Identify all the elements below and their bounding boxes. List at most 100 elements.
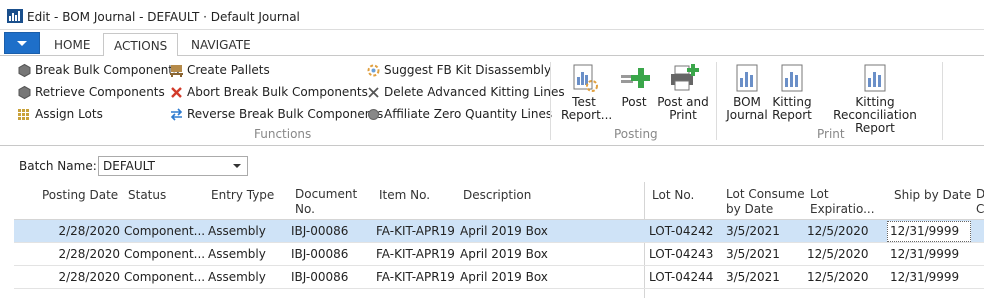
header-description[interactable]: Description (463, 188, 531, 203)
retrieve-components-button[interactable]: Retrieve Components (17, 83, 165, 101)
app-icon (7, 9, 23, 23)
cell-ship-by-date[interactable]: 12/31/9999 (890, 270, 959, 284)
cell-lot-expiration[interactable]: 12/5/2020 (807, 270, 869, 284)
bom-journal-line2: Journal (726, 108, 768, 122)
cell-description[interactable]: April 2019 Box (460, 224, 548, 238)
header-entry-type[interactable]: Entry Type (211, 188, 274, 203)
tab-home[interactable]: HOME (44, 35, 100, 56)
header-document-no[interactable]: Document No. (295, 187, 357, 217)
cell-posting-date[interactable]: 2/28/2020 (24, 247, 120, 261)
cell-status[interactable]: Component... (124, 224, 210, 238)
grid-dots-icon (17, 107, 32, 122)
cell-entry-type[interactable]: Assembly (208, 270, 266, 284)
post-and-print-button[interactable]: Post and Print (657, 62, 709, 122)
cell-description[interactable]: April 2019 Box (460, 247, 548, 261)
cell-lot-no[interactable]: LOT-04244 (649, 270, 713, 284)
chevron-down-icon[interactable] (233, 164, 241, 168)
batch-name-value: DEFAULT (103, 159, 155, 173)
circle-icon (366, 107, 381, 122)
ribbon-tab-bar: HOME ACTIONS NAVIGATE (0, 30, 984, 57)
bom-journal-report-button[interactable]: BOM Journal (725, 62, 769, 122)
kitting-report-button[interactable]: Kitting Report (772, 62, 812, 122)
cell-item-no[interactable]: FA-KIT-APR19 (376, 224, 455, 238)
header-lot-no[interactable]: Lot No. (652, 188, 694, 203)
cell-item-no[interactable]: FA-KIT-APR19 (376, 270, 455, 284)
table-row[interactable]: 2/28/2020 Component... Assembly IBJ-0008… (14, 243, 984, 266)
header-document-no-line2: No. (295, 202, 315, 216)
header-item-no[interactable]: Item No. (379, 188, 430, 203)
cell-lot-consume-by-date[interactable]: 3/5/2021 (726, 247, 780, 261)
cell-lot-expiration[interactable]: 12/5/2020 (807, 247, 869, 261)
cell-status[interactable]: Component... (124, 270, 210, 284)
ribbon-actions-panel: Break Bulk Components Retrieve Component… (0, 56, 984, 146)
cell-ship-by-date[interactable]: 12/31/9999 (890, 224, 959, 238)
group-label-print: Print (817, 127, 845, 141)
batch-name-select[interactable]: DEFAULT (98, 156, 248, 176)
group-label-posting: Posting (614, 127, 658, 141)
table-row[interactable]: 2/28/2020 Component... Assembly IBJ-0008… (14, 220, 984, 243)
table-row[interactable]: 2/28/2020 Component... Assembly IBJ-0008… (14, 266, 984, 289)
cell-status[interactable]: Component... (124, 247, 210, 261)
kitting-reconciliation-report-button[interactable]: Kitting Reconciliation Report (816, 62, 934, 135)
grid-header: Posting Date Status Entry Type Document … (14, 182, 984, 220)
abort-break-bulk-button[interactable]: Abort Break Bulk Components (169, 83, 368, 101)
report-icon (731, 62, 763, 94)
report-icon (776, 62, 808, 94)
application-menu-button[interactable] (4, 32, 40, 54)
header-posting-date[interactable]: Posting Date (42, 188, 118, 203)
report-icon (859, 62, 891, 94)
retrieve-components-label: Retrieve Components (35, 85, 165, 99)
journal-lines-grid: Posting Date Status Entry Type Document … (14, 182, 984, 298)
test-report-line2: Report... (561, 108, 613, 122)
cell-lot-expiration[interactable]: 12/5/2020 (807, 224, 869, 238)
reverse-break-bulk-button[interactable]: Reverse Break Bulk Components (169, 105, 383, 123)
tab-navigate[interactable]: NAVIGATE (181, 35, 261, 56)
cell-item-no[interactable]: FA-KIT-APR19 (376, 247, 455, 261)
affiliate-zero-quantity-button[interactable]: Affiliate Zero Quantity Lines (366, 105, 552, 123)
hexagon-icon (17, 85, 32, 100)
pallet-icon (169, 63, 184, 78)
group-divider (942, 62, 943, 140)
post-label: Post (621, 95, 647, 109)
sparkle-icon (366, 63, 381, 78)
header-lot-expiration[interactable]: Lot Expiratio... (810, 187, 886, 217)
create-pallets-button[interactable]: Create Pallets (169, 61, 270, 79)
tab-actions[interactable]: ACTIONS (103, 33, 179, 57)
test-report-button[interactable]: Test Report... (561, 62, 613, 122)
reverse-break-bulk-label: Reverse Break Bulk Components (187, 107, 384, 121)
test-report-icon (568, 62, 600, 94)
header-document-no-line1: Document (295, 187, 358, 201)
cell-document-no[interactable]: IBJ-00086 (291, 270, 348, 284)
header-cut-off-column[interactable]: D C (976, 187, 984, 217)
post-button[interactable]: Post (617, 62, 651, 109)
assign-lots-button[interactable]: Assign Lots (17, 105, 103, 123)
cell-entry-type[interactable]: Assembly (208, 224, 266, 238)
chevron-down-icon (17, 41, 27, 46)
cell-posting-date[interactable]: 2/28/2020 (24, 270, 120, 284)
delete-advanced-kitting-lines-button[interactable]: Delete Advanced Kitting Lines (366, 83, 565, 101)
cell-ship-by-date[interactable]: 12/31/9999 (890, 247, 959, 261)
cell-lot-consume-by-date[interactable]: 3/5/2021 (726, 270, 780, 284)
post-icon (618, 62, 651, 94)
cell-lot-no[interactable]: LOT-04242 (649, 224, 713, 238)
suggest-fb-kit-disassembly-button[interactable]: Suggest FB Kit Disassembly (366, 61, 551, 79)
cell-document-no[interactable]: IBJ-00086 (291, 224, 348, 238)
break-bulk-components-button[interactable]: Break Bulk Components (17, 61, 179, 79)
header-status[interactable]: Status (128, 188, 166, 203)
affiliate-zero-quantity-label: Affiliate Zero Quantity Lines (384, 107, 553, 121)
header-ship-by-date[interactable]: Ship by Date (894, 188, 971, 203)
cell-entry-type[interactable]: Assembly (208, 247, 266, 261)
break-bulk-components-label: Break Bulk Components (35, 63, 180, 77)
close-icon (169, 85, 184, 100)
cell-document-no[interactable]: IBJ-00086 (291, 247, 348, 261)
cell-description[interactable]: April 2019 Box (460, 270, 548, 284)
window-title: Edit - BOM Journal - DEFAULT · Default J… (27, 10, 300, 24)
delete-icon (366, 85, 381, 100)
header-cut-line2: C (976, 202, 984, 216)
cell-posting-date[interactable]: 2/28/2020 (24, 224, 120, 238)
header-lot-consume-by-date[interactable]: Lot Consume by Date (726, 187, 805, 217)
cell-lot-consume-by-date[interactable]: 3/5/2021 (726, 224, 780, 238)
cell-lot-no[interactable]: LOT-04243 (649, 247, 713, 261)
batch-name-label: Batch Name: (19, 159, 97, 173)
group-divider (550, 62, 551, 140)
